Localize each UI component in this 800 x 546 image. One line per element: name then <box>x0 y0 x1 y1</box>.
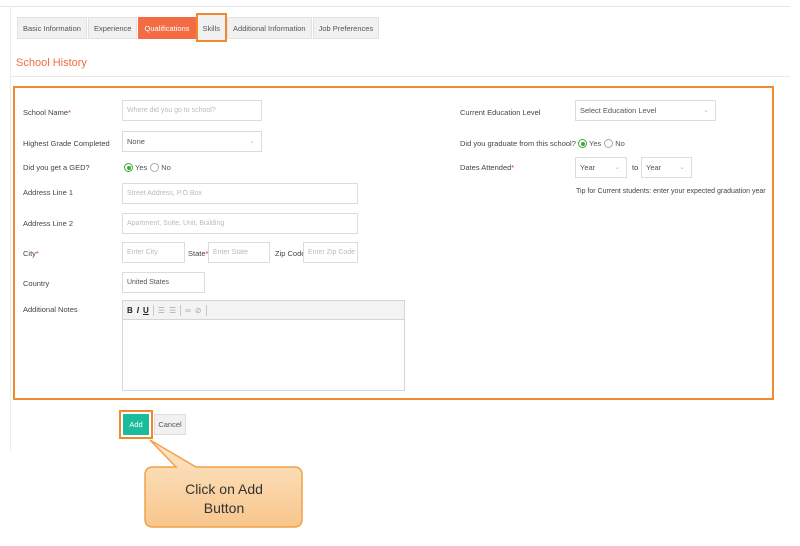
tab-skills[interactable]: Skills <box>195 13 228 42</box>
tab-basic-information[interactable]: Basic Information <box>17 17 87 39</box>
chevron-down-icon: ⌄ <box>679 164 685 171</box>
callout-text: Click on Add Button <box>185 481 263 516</box>
additional-notes-label: Additional Notes <box>23 305 78 314</box>
unlink-icon[interactable]: ⊘ <box>195 306 202 315</box>
section-title: School History <box>16 57 87 69</box>
chevron-down-icon: ⌄ <box>703 107 709 114</box>
tab-experience[interactable]: Experience <box>87 17 138 39</box>
education-level-select[interactable]: Select Education Level ⌄ <box>575 100 716 121</box>
ged-no-radio[interactable] <box>150 163 160 172</box>
address-line-1-label: Address Line 1 <box>23 188 74 197</box>
school-name-label: School Name* <box>23 108 71 117</box>
ged-label: Did you get a GED? <box>23 163 90 172</box>
highest-grade-select[interactable]: None ⌄ <box>122 131 262 152</box>
dates-from-select[interactable]: Year ⌄ <box>575 157 627 178</box>
ged-radio-group: Yes No <box>124 163 174 172</box>
add-button[interactable]: Add <box>119 410 153 439</box>
education-level-label: Current Education Level <box>460 108 541 117</box>
address-line-2-label: Address Line 2 <box>23 219 74 228</box>
bold-button[interactable]: B <box>127 306 133 315</box>
chevron-down-icon: ⌄ <box>614 164 620 171</box>
title-divider <box>10 76 790 77</box>
dates-attended-label: Dates Attended* <box>460 163 515 172</box>
underline-button[interactable]: U <box>143 306 149 315</box>
country-label: Country <box>23 279 50 288</box>
chevron-down-icon: ⌄ <box>249 138 255 145</box>
graduated-label: Did you graduate from this school? <box>460 139 576 148</box>
graduated-radio-group: Yes No <box>578 139 628 148</box>
address-line-1-input[interactable]: Street Address, P.O Box <box>122 183 358 204</box>
tab-qualifications[interactable]: Qualifications <box>138 17 196 39</box>
italic-button[interactable]: I <box>137 306 139 315</box>
state-label: State* <box>188 249 209 258</box>
toolbar-divider <box>152 304 154 316</box>
toolbar-divider <box>180 304 182 316</box>
graduated-no-radio[interactable] <box>604 139 614 148</box>
city-label: City* <box>23 249 39 258</box>
zip-code-label: Zip Code <box>275 249 306 258</box>
additional-notes-editor[interactable]: B I U ☰ ☰ ∞ ⊘ <box>122 300 405 391</box>
graduated-yes-radio[interactable] <box>578 139 587 148</box>
highest-grade-label: Highest Grade Completed <box>23 139 110 148</box>
bulleted-list-icon[interactable]: ☰ <box>158 306 165 315</box>
city-input[interactable]: Enter City <box>122 242 185 263</box>
school-name-input[interactable]: Where did you go to school? <box>122 100 262 121</box>
graduation-tip-text: Tip for Current students: enter your exp… <box>576 188 766 195</box>
toolbar-divider <box>205 304 207 316</box>
tab-additional-information[interactable]: Additional Information <box>227 17 312 39</box>
zip-code-input[interactable]: Enter Zip Code <box>303 242 358 263</box>
dates-to-select[interactable]: Year ⌄ <box>641 157 692 178</box>
ged-yes-radio[interactable] <box>124 163 133 172</box>
tab-job-preferences[interactable]: Job Preferences <box>312 17 380 39</box>
dates-to-label: to <box>632 163 639 172</box>
tab-bar: Basic Information Experience Qualificati… <box>17 13 380 42</box>
address-line-2-input[interactable]: Apartment, Suite, Unit, Building <box>122 213 358 234</box>
cancel-button[interactable]: Cancel <box>154 414 186 435</box>
link-icon[interactable]: ∞ <box>185 306 191 315</box>
country-input[interactable]: United States <box>122 272 205 293</box>
editor-toolbar: B I U ☰ ☰ ∞ ⊘ <box>123 301 404 320</box>
state-input[interactable]: Enter State <box>208 242 270 263</box>
numbered-list-icon[interactable]: ☰ <box>169 306 176 315</box>
